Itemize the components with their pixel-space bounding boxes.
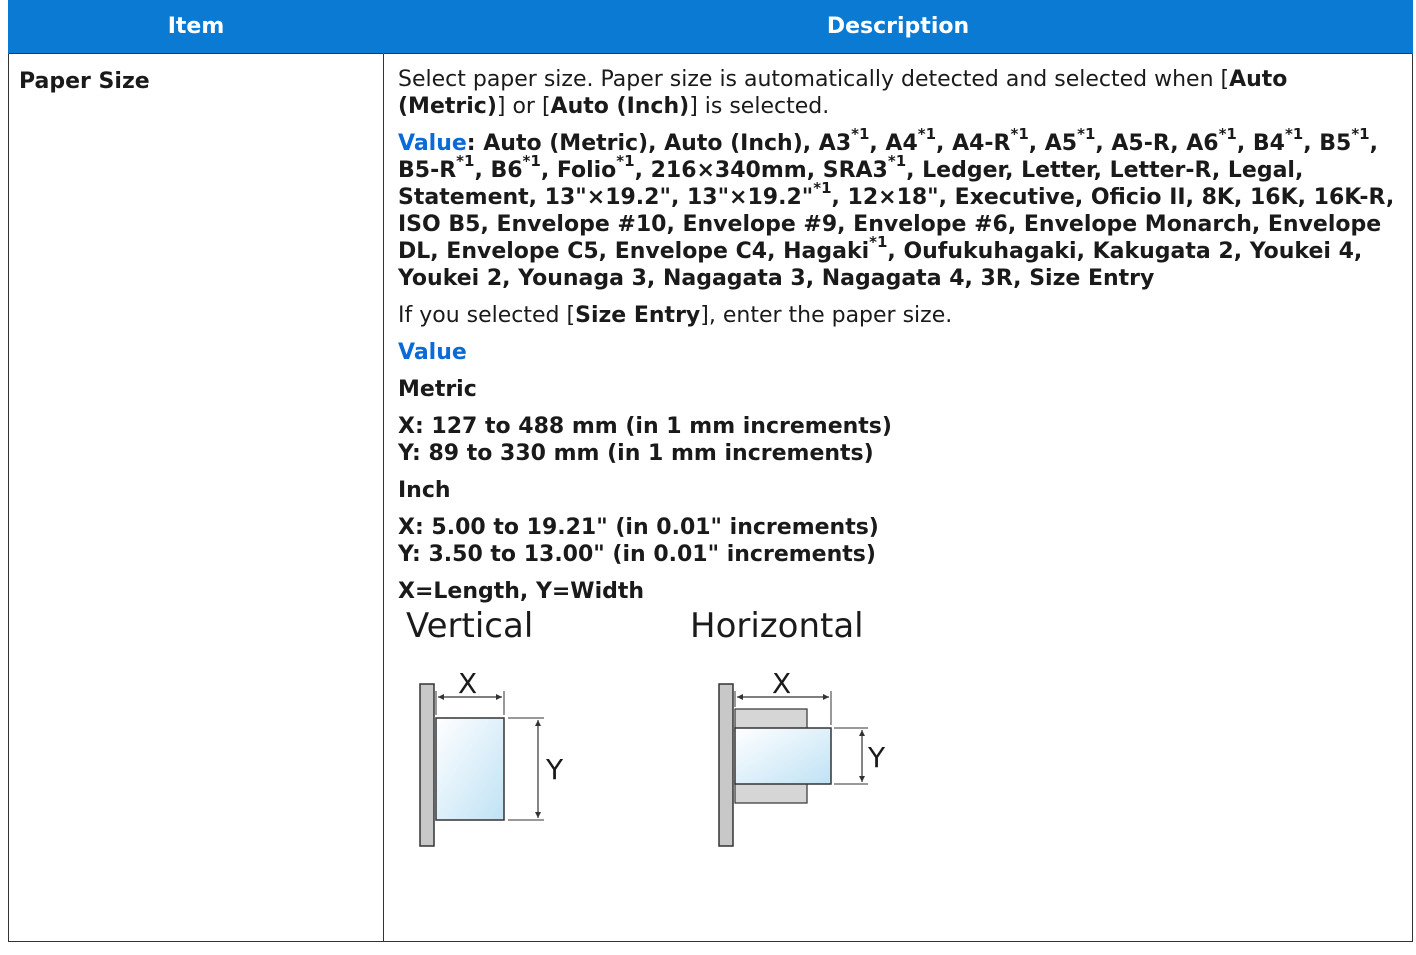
metric-y-range: Y: 89 to 330 mm (in 1 mm increments): [398, 441, 874, 466]
vertical-x-label: X: [458, 667, 477, 700]
values-text: , A5: [1028, 131, 1078, 156]
footnote-marker: *1: [1218, 124, 1237, 143]
values-text: , A5-R, A6: [1095, 131, 1219, 156]
values-text: , 216×340mm, SRA3: [634, 158, 888, 183]
metric-x-range: X: 127 to 488 mm (in 1 mm increments): [398, 414, 892, 439]
horizontal-diagram: X Y: [718, 667, 886, 847]
footnote-marker: *1: [456, 151, 475, 170]
horizontal-y-label: Y: [867, 741, 886, 774]
metric-label: Metric: [398, 377, 477, 402]
footnote-marker: *1: [616, 151, 635, 170]
footnote-marker: *1: [1351, 124, 1370, 143]
horizontal-x-label: X: [772, 667, 791, 700]
footnote-marker: *1: [917, 124, 937, 143]
footnote-marker: *1: [1077, 124, 1096, 143]
values-list: Value: Auto (Metric), Auto (Inch), A3*1,…: [398, 126, 1402, 292]
header-description: Description: [383, 0, 1413, 54]
xy-note: X=Length, Y=Width: [398, 579, 645, 604]
footnote-marker: *1: [813, 178, 832, 197]
values-text: , B4: [1236, 131, 1285, 156]
intro-text-2: ] or [: [496, 94, 551, 119]
inch-x-range: X: 5.00 to 19.21" (in 0.01" increments): [398, 515, 879, 540]
item-cell: Paper Size: [8, 53, 384, 942]
size-entry-option: Size Entry: [575, 303, 701, 328]
description-cell: Select paper size. Paper size is automat…: [383, 53, 1413, 942]
intro-text-3: ] is selected.: [689, 94, 830, 119]
size-entry-text-1: If you selected [: [398, 303, 576, 328]
footnote-marker: *1: [851, 124, 870, 143]
vertical-y-label: Y: [545, 753, 564, 786]
intro-paragraph: Select paper size. Paper size is automat…: [398, 66, 1402, 120]
values-text: , B5: [1303, 131, 1352, 156]
paper-size-table: Item Description Paper Size Select paper…: [8, 0, 1413, 942]
horizontal-tray-wall: [718, 683, 734, 847]
inch-label: Inch: [398, 478, 451, 503]
value-heading: Value: [398, 340, 467, 365]
values-text: , B6: [474, 158, 523, 183]
values-text: , Folio: [540, 158, 617, 183]
footnote-marker: *1: [887, 151, 907, 170]
vertical-tray-wall: [419, 683, 435, 847]
intro-text-1: Select paper size. Paper size is automat…: [398, 67, 1230, 92]
footnote-marker: *1: [1284, 124, 1304, 143]
auto-inch-option: Auto (Inch): [550, 94, 690, 119]
orientation-figure: Vertical Horizontal X Y X Y: [398, 609, 1402, 851]
vertical-diagram: X Y: [419, 667, 564, 847]
orientation-diagram: X Y X Y: [419, 667, 886, 847]
footnote-marker: *1: [869, 232, 888, 251]
vertical-paper: [435, 717, 505, 821]
size-entry-paragraph: If you selected [Size Entry], enter the …: [398, 302, 1402, 329]
header-item: Item: [8, 0, 384, 54]
footnote-marker: *1: [522, 151, 541, 170]
table-header-row: Item Description: [8, 0, 1413, 54]
footnote-marker: *1: [1010, 124, 1029, 143]
inch-y-range: Y: 3.50 to 13.00" (in 0.01" increments): [398, 542, 876, 567]
values-text: , A4-R: [936, 131, 1011, 156]
horizontal-paper: [734, 727, 832, 785]
size-entry-text-2: ], enter the paper size.: [700, 303, 953, 328]
table-row: Paper Size Select paper size. Paper size…: [8, 53, 1413, 942]
